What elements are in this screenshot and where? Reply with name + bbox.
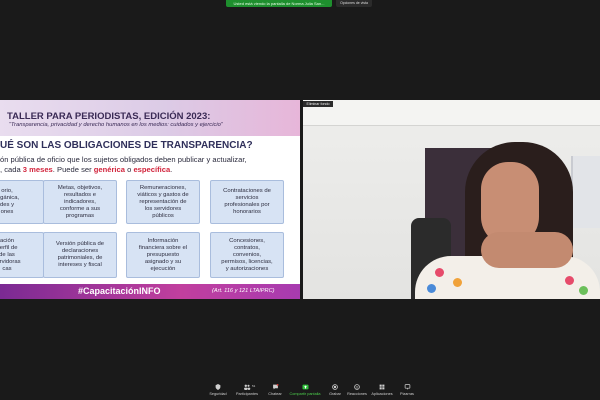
reactions-label: Reacciones	[347, 392, 367, 396]
blouse-flower	[579, 286, 588, 295]
intro-highlight-specific: específica	[133, 165, 171, 174]
chat-label: Chatear	[268, 392, 282, 396]
share-screen-button[interactable]: Compartir pantalla	[288, 384, 322, 400]
intro-end: .	[170, 165, 173, 174]
chat-button[interactable]: Chatear	[258, 384, 292, 400]
obligation-card: aciónperfil dede lasservidorascas	[0, 232, 44, 278]
obligation-card: Información financiera sobre el presupuest…	[126, 232, 200, 278]
meeting-toolbar: Seguridad 51 Participantes Chatear Compa…	[0, 382, 600, 400]
video-shelf	[571, 156, 600, 228]
remove-background-button[interactable]: Eliminar fondo	[303, 101, 333, 107]
chat-icon	[271, 384, 279, 390]
blouse-flower	[565, 276, 574, 285]
blouse-flower	[427, 284, 436, 293]
intro-highlight-generic: genérica	[93, 165, 125, 174]
slide-intro-line-1: ón pública de oficio que los sujetos obl…	[0, 155, 247, 164]
slide-question: UÉ SON LAS OBLIGACIONES DE TRANSPARENCIA…	[0, 140, 253, 151]
blouse-flower	[453, 278, 462, 287]
view-options-button[interactable]: Opciones de vista	[336, 0, 372, 7]
intro-mid: . Puede ser	[52, 165, 94, 174]
intro-prefix: , cada	[0, 165, 23, 174]
slide-intro-line-2: , cada 3 meses. Puede ser genérica o esp…	[0, 165, 172, 174]
whiteboards-label: Pizarras	[400, 392, 414, 396]
participants-count: 51	[252, 384, 256, 388]
record-icon	[331, 384, 339, 390]
participant-hands	[481, 232, 573, 268]
whiteboard-icon	[403, 384, 411, 390]
slide-hashtag: #CapacitaciónINFO	[78, 286, 161, 296]
share-screen-icon	[301, 384, 309, 390]
video-ceiling	[303, 100, 600, 126]
obligation-card: Contrataciones de servicios profesionales …	[210, 180, 284, 224]
shield-icon	[214, 384, 222, 390]
shared-screen-slide: TALLER PARA PERIODISTAS, EDICIÓN 2023: “…	[0, 100, 300, 299]
security-label: Seguridad	[209, 392, 227, 396]
apps-icon	[378, 384, 386, 390]
zoom-meeting-window: Usted está viendo la pantalla de Norma J…	[0, 0, 600, 400]
obligation-card: Metas, objetivos, resultados e indicadores…	[43, 180, 117, 224]
participant-video[interactable]	[303, 100, 600, 299]
obligation-card: Remuneraciones, viáticos y gastos de repre…	[126, 180, 200, 224]
participants-label: Participantes	[236, 392, 258, 396]
blouse-flower	[435, 268, 444, 277]
obligation-card: Versión pública de declaraciones patrimoni…	[43, 232, 117, 278]
obligation-card: Concesiones, contratos, convenios, permisos…	[210, 232, 284, 278]
reaction-icon	[353, 384, 361, 390]
share-screen-label: Compartir pantalla	[289, 392, 321, 396]
slide-law-reference: (Art. 116 y 121 LTAIPRC)	[212, 288, 275, 294]
slide-subtitle: “Transparencia, privacidad y derecho hum…	[9, 122, 223, 128]
participants-icon	[243, 384, 251, 390]
share-banner: Usted está viendo la pantalla de Norma J…	[0, 0, 600, 8]
intro-highlight-period: 3 meses	[22, 165, 53, 174]
viewing-share-indicator[interactable]: Usted está viendo la pantalla de Norma J…	[226, 0, 332, 7]
slide-header: TALLER PARA PERIODISTAS, EDICIÓN 2023: “…	[0, 100, 300, 136]
obligation-card: orio,orgánica,des yones	[0, 180, 44, 224]
slide-title: TALLER PARA PERIODISTAS, EDICIÓN 2023:	[7, 111, 211, 122]
whiteboards-button[interactable]: Pizarras	[390, 384, 424, 400]
slide-footer: #CapacitaciónINFO (Art. 116 y 121 LTAIPR…	[0, 284, 300, 299]
